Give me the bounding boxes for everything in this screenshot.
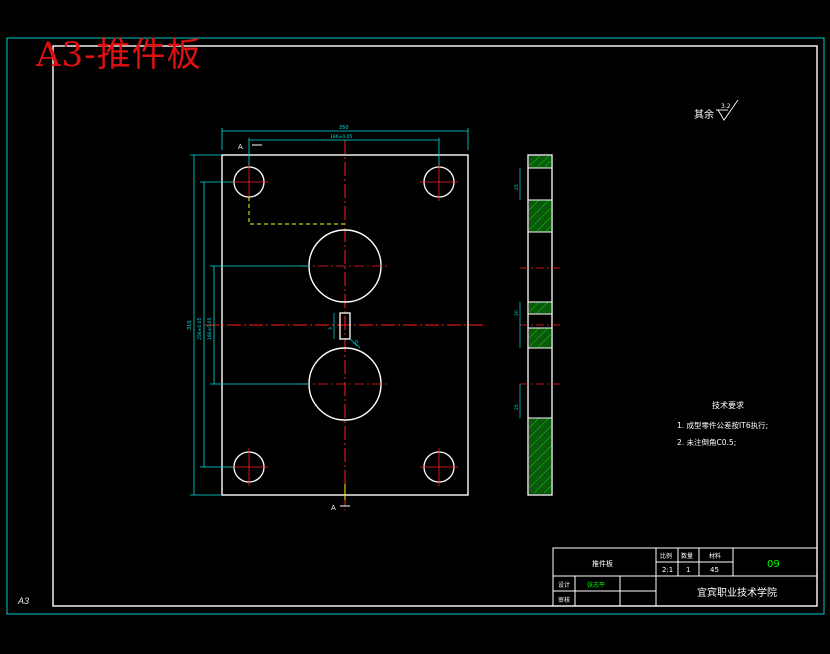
title-school: 宜宾职业技术学院 — [697, 586, 777, 599]
dim-hole-spacing-x: 186±0.05 — [330, 134, 353, 140]
title-scale-header: 比例 — [660, 552, 672, 560]
title-drawing-no: 09 — [767, 559, 780, 570]
dim-overall-height: 310 — [187, 320, 193, 330]
dim-side-b: 20 — [514, 310, 520, 316]
drawing-canvas: A A 250 186±0.05 310 256±0.05 180±0.05 3… — [6, 37, 825, 615]
title-checker-label: 审核 — [558, 596, 570, 604]
sheet-size-label: A3 — [18, 596, 30, 606]
dim-side-a: 25 — [514, 184, 520, 190]
dim-slot-offset: 20 — [353, 339, 361, 347]
title-material-header: 材料 — [709, 552, 721, 560]
title-material-value: 45 — [710, 566, 719, 574]
roughness-note-prefix: 其余 — [694, 108, 714, 121]
front-view: A A 250 186±0.05 310 256±0.05 180±0.05 3… — [187, 125, 485, 512]
section-marker-bottom: A — [331, 504, 336, 512]
title-qty-value: 1 — [686, 566, 690, 574]
dim-side-c: 25 — [514, 404, 520, 410]
dim-hole-spacing-y-inner: 180±0.05 — [207, 317, 213, 340]
title-designer-name: 张志平 — [587, 581, 605, 589]
roughness-note-value: 3.2 — [721, 103, 731, 110]
title-designer-label: 设计 — [558, 581, 570, 589]
section-view: 25 20 25 — [514, 154, 560, 496]
tech-req-heading: 技术要求 — [712, 400, 744, 410]
dim-overall-width: 250 — [339, 125, 349, 131]
title-part-name: 推件板 — [592, 559, 613, 568]
section-marker-top: A — [238, 143, 243, 151]
dim-hole-spacing-y-outer: 256±0.05 — [197, 317, 203, 340]
inner-drawing-frame — [52, 45, 818, 607]
tech-req-item-2: 2. 未注倒角C0.5; — [677, 437, 736, 447]
tech-req-item-1: 1. 成型零件公差按IT6执行; — [677, 420, 768, 430]
title-qty-header: 数量 — [681, 552, 693, 560]
dim-slot-size: 3 — [328, 327, 334, 330]
outer-sheet-frame — [6, 37, 825, 615]
title-scale-value: 2:1 — [662, 566, 673, 574]
drawing-title-overlay: A3-推件板 — [36, 35, 202, 75]
